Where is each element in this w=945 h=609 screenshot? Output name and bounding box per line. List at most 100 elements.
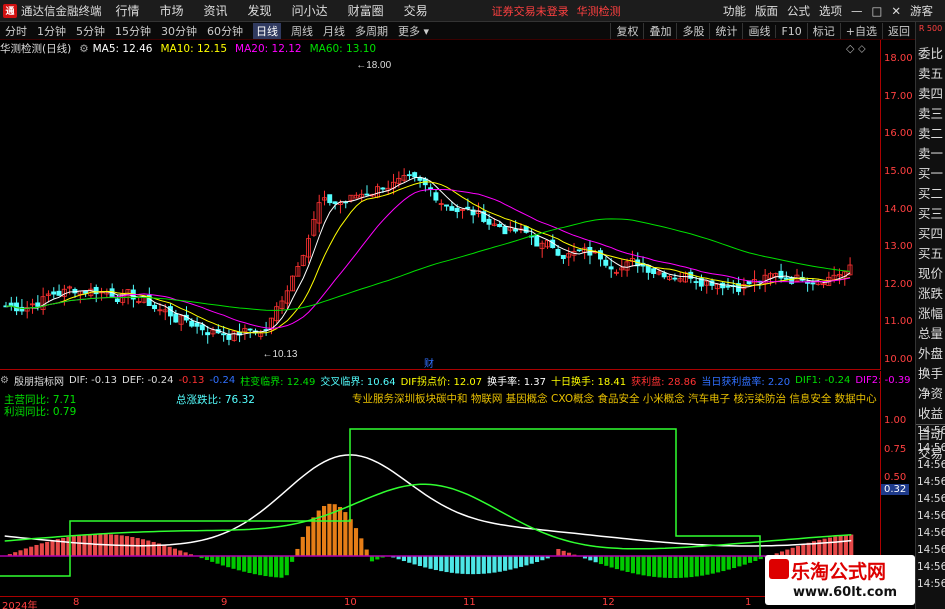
side-item-outer-vol[interactable]: 外盘 [916,344,945,364]
side-item-sell1[interactable]: 卖一 [916,144,945,164]
menu-item-ask-assistant[interactable]: 问小达 [292,2,328,19]
candle-body [444,204,449,207]
time-item: 14:56 [917,527,945,539]
minimize-icon[interactable]: — [851,4,863,18]
overlay-button[interactable]: 叠加 [643,23,676,39]
watermark-url: www.60lt.com [793,585,898,600]
draw-line-button[interactable]: 画线 [742,23,775,39]
statistics-button[interactable]: 统计 [709,23,742,39]
period-tab-1min[interactable]: 1分钟 [37,23,66,39]
menu-item-market[interactable]: 市场 [160,2,184,19]
side-item-buy4[interactable]: 买四 [916,224,945,244]
mark-button[interactable]: 标记 [806,23,840,39]
back-button[interactable]: 返回 [882,23,915,39]
dif1-value: DIF1: -0.24 [795,375,851,386]
side-item-sell5[interactable]: 卖五 [916,64,945,84]
indicator-tick: 0.75 [884,444,907,455]
close-icon[interactable]: ✕ [891,4,901,18]
period-tab-60min[interactable]: 60分钟 [207,23,243,39]
f10-button[interactable]: F10 [775,24,806,38]
indicator-bar [300,536,305,556]
side-item-buy2[interactable]: 买二 [916,184,945,204]
indicator-bar [630,556,635,574]
add-watchlist-button[interactable]: +自选 [839,23,882,39]
value-blue: -0.24 [209,375,236,386]
menu-item-options[interactable]: 选项 [819,3,842,19]
price-tick: 11.00 [884,316,913,327]
side-item-sell3[interactable]: 卖三 [916,104,945,124]
indicator-settings-icon[interactable]: ⚙ [0,375,9,386]
menu-item-function[interactable]: 功能 [723,3,746,19]
maximize-icon[interactable]: □ [871,4,882,18]
candle-body [497,223,503,228]
bar-critical: 柱变临界: 12.49 [240,377,316,388]
settings-icon[interactable]: ⚙ [79,43,88,55]
period-tab-intraday[interactable]: 分时 [5,23,27,39]
guest-user[interactable]: 游客 [910,3,933,19]
side-item-net-assets[interactable]: 净资 [916,384,945,404]
indicator-bar [742,556,747,565]
candlestick-chart[interactable]: ←18.00 ←10.13 财 [0,40,880,370]
indicator-bar [455,556,460,574]
side-item-sell4[interactable]: 卖四 [916,84,945,104]
side-item-change-pct[interactable]: 涨幅 [916,304,945,324]
menu-item-layout[interactable]: 版面 [755,3,778,19]
menu-item-wealth-circle[interactable]: 财富圈 [348,2,384,19]
profit-ratio: 获利盘: 28.86 [631,377,697,388]
moving-average-line [6,188,851,329]
indicator-bar [657,556,662,578]
side-item-sell2[interactable]: 卖二 [916,124,945,144]
indicator-bar [476,556,481,575]
menu-item-news[interactable]: 资讯 [204,2,228,19]
menu-item-trade[interactable]: 交易 [404,2,428,19]
time-item: 14:56 [917,459,945,471]
side-item-order-ratio[interactable]: 委比 [916,44,945,64]
side-item-volume[interactable]: 总量 [916,324,945,344]
event-marker: 财 [424,357,434,370]
indicator-bar [508,556,513,570]
indicator-bar [23,548,28,556]
indicator-bar [827,537,832,556]
side-item-change[interactable]: 涨跌 [916,284,945,304]
period-tab-5min[interactable]: 5分钟 [76,23,105,39]
period-tab-weekly[interactable]: 周线 [291,23,313,39]
period-tab-multi[interactable]: 多周期 [355,23,388,39]
side-item-buy5[interactable]: 买五 [916,244,945,264]
side-item-price[interactable]: 现价 [916,264,945,284]
indicator-bar [401,556,406,562]
period-tab-daily[interactable]: 日线 [253,22,281,39]
adjust-price-button[interactable]: 复权 [610,23,643,39]
menu-item-formula[interactable]: 公式 [787,3,810,19]
side-item-buy1[interactable]: 买一 [916,164,945,184]
multi-stock-button[interactable]: 多股 [676,23,709,39]
side-item-buy3[interactable]: 买三 [916,204,945,224]
side-item-eps[interactable]: 收益 [916,404,945,424]
indicator-bar [290,556,295,562]
period-tab-more[interactable]: 更多 ▾ [398,23,429,39]
value-red: -0.13 [178,375,205,386]
side-item-turnover[interactable]: 换手 [916,364,945,384]
login-notice[interactable]: 证券交易未登录 [492,3,569,19]
indicator-bar [172,548,178,556]
turnover-rate: 换手率: 1.37 [487,377,546,388]
indicator-bar [348,519,353,556]
candle-body [598,250,603,260]
indicator-bar [609,556,614,568]
candle-body [194,322,200,327]
indicator-bar [146,540,151,556]
period-tab-15min[interactable]: 15分钟 [115,23,151,39]
indicator-bar [732,556,737,569]
indicator-bar [279,556,284,578]
menu-item-discover[interactable]: 发现 [248,2,272,19]
indicator-bar [620,556,625,571]
indicator-bar [82,534,87,556]
period-tab-monthly[interactable]: 月线 [323,23,345,39]
indicator-bar [748,556,753,563]
menu-item-market-quotes[interactable]: 行情 [116,2,140,19]
indicator-bar [625,556,630,572]
chart-expand-icons[interactable]: ◇ ⬦ [846,42,866,56]
candle-body [226,334,232,340]
candle-body [35,302,41,307]
period-tab-30min[interactable]: 30分钟 [161,23,197,39]
moving-average-line [6,176,851,336]
